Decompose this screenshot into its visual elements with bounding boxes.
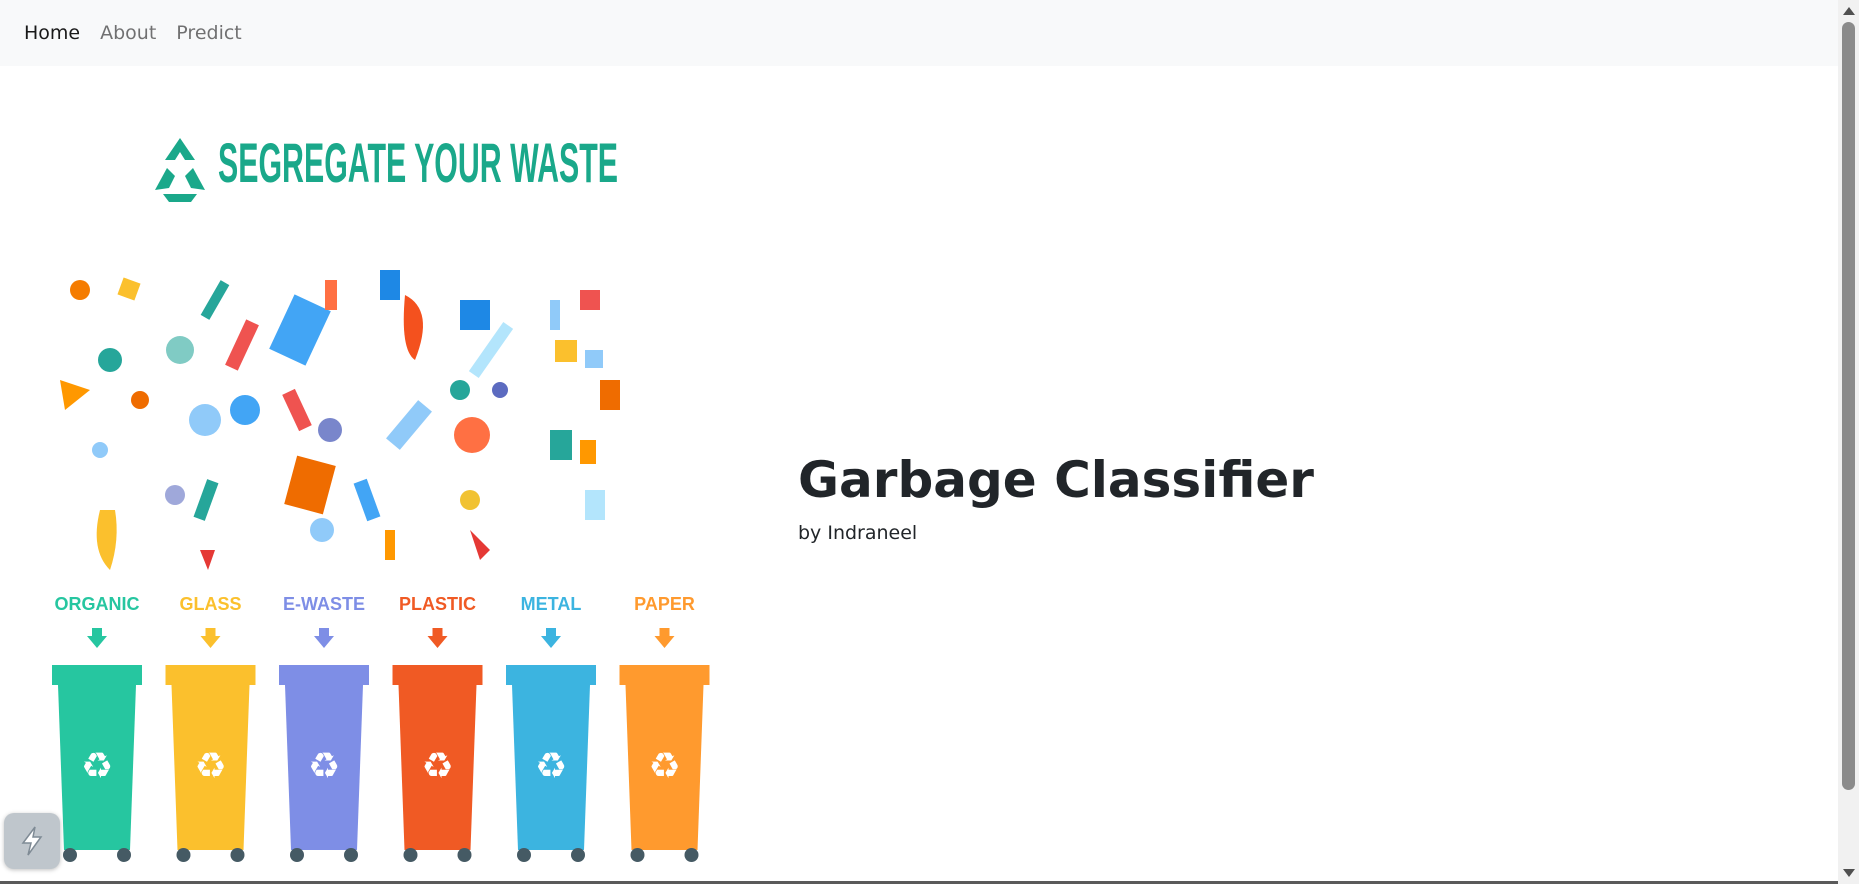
down-arrow-icon: [654, 628, 675, 648]
recycle-icon: ♻: [535, 746, 567, 787]
nav-home-link[interactable]: Home: [24, 22, 80, 44]
bin-wheel: [230, 848, 245, 862]
recycle-icon: [155, 138, 205, 202]
top-navbar: Home About Predict: [0, 0, 1838, 66]
bin-lid: [52, 665, 142, 685]
scrollbar-thumb[interactable]: [1842, 22, 1855, 790]
bin-label: PAPER: [634, 594, 695, 614]
bin-label: ORGANIC: [55, 594, 140, 614]
recycle-icon: ♻: [81, 746, 113, 787]
down-arrow-icon: [200, 628, 221, 648]
bin-lid: [279, 665, 369, 685]
bin-wheel: [517, 848, 531, 862]
bin-lid: [165, 665, 256, 685]
author-byline: by Indraneel: [798, 522, 918, 544]
bin-wheel: [344, 848, 358, 862]
page-title: Garbage Classifier: [798, 451, 1314, 509]
lightning-icon: [21, 826, 43, 856]
bin-wheel: [176, 848, 191, 862]
waste-bins: ORGANIC ♻ GLASS ♻ E-WASTE ♻ PLASTIC ♻ METAL ♻ PAPE…: [52, 594, 710, 862]
down-arrow-icon: [87, 628, 107, 648]
bin-lid: [506, 665, 596, 685]
bin-wheel: [117, 848, 131, 862]
image-heading: SEGREGATE YOUR WASTE: [218, 131, 618, 194]
hero-section: Garbage Classifier by Indraneel: [798, 450, 1314, 544]
scroll-down-arrow-icon[interactable]: [1843, 869, 1855, 877]
bin-label: GLASS: [179, 594, 241, 614]
bin-wheel: [403, 848, 418, 862]
bin-wheel: [571, 848, 585, 862]
bin-label: PLASTIC: [399, 594, 476, 614]
bin-wheel: [457, 848, 472, 862]
scroll-up-arrow-icon[interactable]: [1843, 7, 1855, 15]
nav-predict-link[interactable]: Predict: [176, 22, 241, 44]
recycle-icon: ♻: [194, 746, 226, 787]
down-arrow-icon: [314, 628, 334, 648]
vertical-scrollbar[interactable]: [1838, 0, 1859, 884]
waste-items: [60, 270, 620, 570]
bin-label: E-WASTE: [283, 594, 365, 614]
nav-about-link[interactable]: About: [100, 22, 156, 44]
down-arrow-icon: [427, 628, 448, 648]
bin-wheel: [290, 848, 304, 862]
bin-lid: [392, 665, 483, 685]
bin-lid: [619, 665, 710, 685]
bin-wheel: [684, 848, 699, 862]
segregate-waste-illustration: SEGREGATE YOUR WASTE ORGANIC♻GLASS♻E-WAS…: [52, 131, 710, 862]
bin-wheel: [630, 848, 645, 862]
bin-label: METAL: [521, 594, 582, 614]
recycle-icon: ♻: [421, 746, 453, 787]
recycle-icon: ♻: [648, 746, 680, 787]
floating-extension-button[interactable]: [4, 813, 60, 869]
bin-wheel: [63, 848, 77, 862]
down-arrow-icon: [541, 628, 561, 648]
recycle-icon: ♻: [308, 746, 340, 787]
